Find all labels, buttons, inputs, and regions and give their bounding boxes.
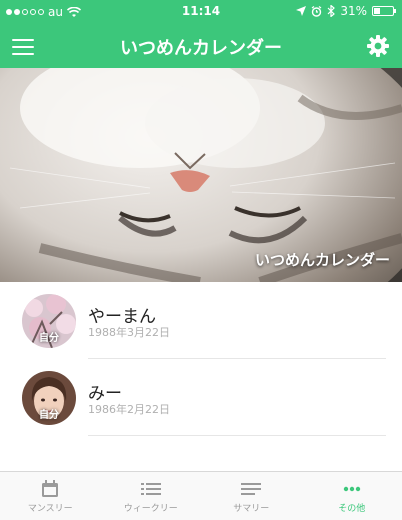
self-tag: 自分: [39, 333, 59, 344]
member-birthday: 1988年3月22日: [88, 326, 170, 339]
tab-summary[interactable]: サマリー: [201, 472, 302, 520]
navigation-bar: いつめんカレンダー: [0, 24, 402, 68]
calendar-icon: [42, 480, 59, 497]
tab-monthly[interactable]: マンスリー: [0, 472, 101, 520]
tab-label: その他: [338, 504, 366, 514]
tab-label: マンスリー: [27, 504, 73, 514]
divider: [88, 435, 386, 436]
gear-icon: [367, 35, 389, 57]
list-icon: [140, 483, 161, 495]
battery-level-fill: [374, 8, 380, 14]
tab-bar: マンスリー ウィークリー サマリー その他: [0, 471, 402, 520]
summary-icon: [241, 483, 262, 495]
status-bar: au 11:14 31%: [0, 0, 402, 24]
avatar: 自分: [22, 371, 76, 425]
member-birthday: 1986年2月22日: [88, 403, 170, 416]
avatar: 自分: [22, 294, 76, 348]
hero-caption: いつめんカレンダー: [254, 251, 390, 269]
status-right: 31%: [296, 4, 396, 18]
tab-weekly[interactable]: ウィークリー: [101, 472, 202, 520]
tab-label: サマリー: [233, 504, 270, 514]
tab-other[interactable]: その他: [302, 472, 402, 520]
battery-percent: 31%: [340, 4, 367, 18]
self-tag: 自分: [39, 410, 59, 421]
bluetooth-icon: [327, 5, 336, 17]
tab-label: ウィークリー: [123, 504, 178, 514]
settings-button[interactable]: [366, 34, 390, 58]
location-arrow-icon: [296, 6, 307, 16]
header-cat-photo: いつめんカレンダー: [0, 68, 402, 282]
alarm-icon: [311, 5, 322, 17]
list-item[interactable]: 自分 やーまん 1988年3月22日: [0, 282, 402, 359]
page-title: いつめんカレンダー: [120, 38, 282, 59]
more-icon: [343, 486, 360, 492]
list-item[interactable]: 自分 みー 1986年2月22日: [0, 359, 402, 436]
battery-icon: [372, 6, 396, 16]
member-list: 自分 やーまん 1988年3月22日 自分 みー 1986年2月22日: [0, 282, 402, 436]
